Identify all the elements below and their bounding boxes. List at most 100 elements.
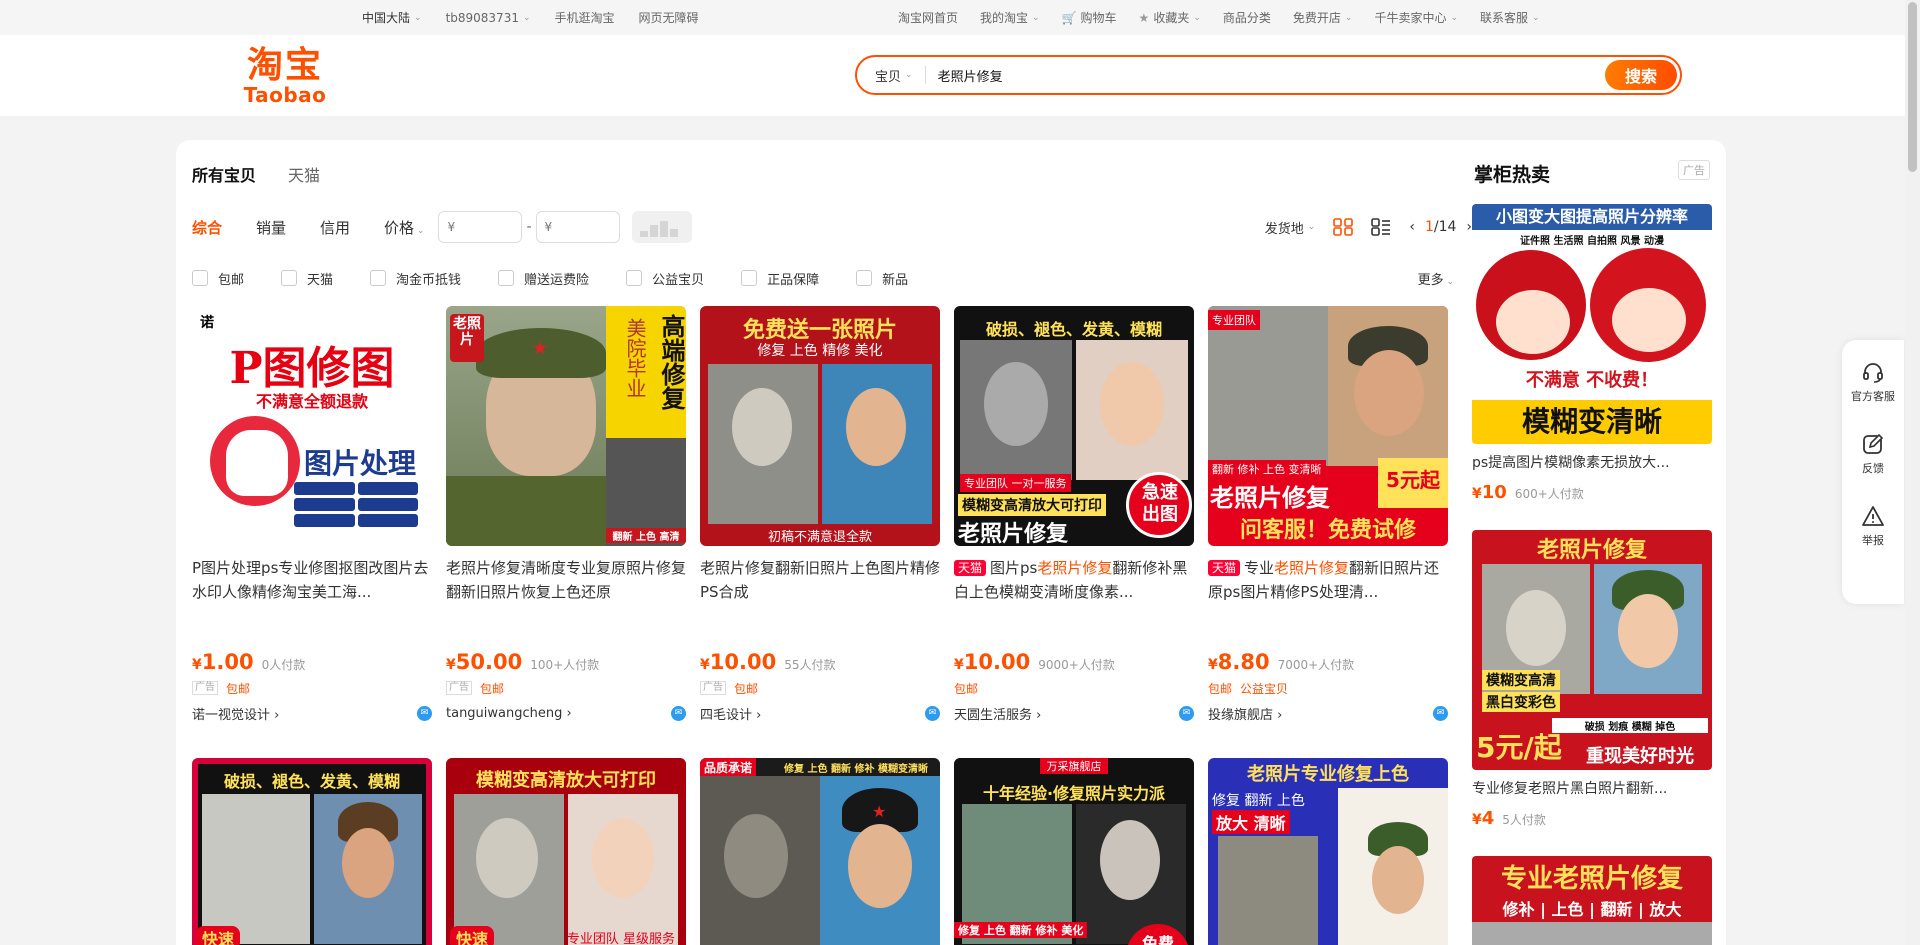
price-row: ¥10.00 55人付款 — [700, 650, 836, 674]
pager: ‹ 1/14 › — [1409, 219, 1472, 235]
ad-badge: 广告 — [192, 681, 218, 695]
sidebar-product[interactable]: 老照片修复 模糊变高清 黑白变彩色 破损 划痕 模糊 掉色 5元/起 重现美好时… — [1472, 530, 1712, 829]
checkbox[interactable] — [192, 270, 208, 286]
filter-return-insurance[interactable]: 赠送运费险 — [498, 269, 589, 288]
product-image[interactable]: 老照片专业修复上色 修复 翻新 上色 放大 清晰 — [1208, 758, 1448, 945]
open-shop-menu[interactable]: 免费开店 ⌄ — [1293, 9, 1353, 26]
product-image[interactable]: 模糊变高清放大可打印 专业团队 星级服务 快速 — [446, 758, 686, 945]
more-filters[interactable]: 更多 ⌄ — [1418, 269, 1454, 288]
product-image[interactable]: 破损、褪色、发黄、模糊 专业团队 一对一服务 模糊变高清放大可打印 老照片修复 … — [954, 306, 1194, 546]
tab-tmall[interactable]: 天猫 — [288, 162, 320, 186]
product-image[interactable]: 小图变大图提高照片分辨率 证件照 生活照 自拍照 风景 动漫 不满意 不收费！ … — [1472, 204, 1712, 444]
sidebar-product[interactable]: 小图变大图提高照片分辨率 证件照 生活照 自拍照 风景 动漫 不满意 不收费！ … — [1472, 204, 1712, 503]
product-title[interactable]: 老照片修复清晰度专业复原照片修复翻新旧照片恢复上色还原 — [446, 556, 686, 604]
product-card[interactable]: 诺 P图修图 不满意全额退款 图片处理 P图片处理ps专业修图抠图改图片去水印人… — [192, 306, 432, 723]
my-taobao-menu[interactable]: 我的淘宝 ⌄ — [980, 9, 1040, 26]
product-image[interactable]: ★ 高端修复 美院毕业 老照片 翻新 上色 高清 — [446, 306, 686, 546]
product-card[interactable]: 破损、褪色、发黄、模糊 快速 — [192, 758, 432, 945]
chat-icon[interactable]: ✉ — [1433, 705, 1448, 721]
sidebar-product[interactable]: 专业老照片修复 修补 | 上色 | 翻新 | 放大 — [1472, 856, 1712, 945]
chat-icon[interactable]: ✉ — [671, 705, 686, 721]
sort-credit[interactable]: 信用 — [320, 217, 350, 238]
sort-sales[interactable]: 销量 — [256, 217, 286, 238]
search-button[interactable]: 搜索 — [1605, 60, 1677, 90]
product-card[interactable]: 专业团队 翻新 修补 上色 变清晰 老照片修复 5元起 问客服！免费试修 天猫专… — [1208, 306, 1448, 723]
page-scrollbar[interactable] — [1905, 0, 1920, 945]
tab-all[interactable]: 所有宝贝 — [192, 162, 256, 186]
price-min-input[interactable] — [438, 211, 523, 243]
sort-price[interactable]: 价格 ⌄ — [384, 217, 424, 238]
checkbox[interactable] — [281, 270, 298, 286]
shop-link[interactable]: 诺一视觉设计 › — [192, 704, 279, 723]
shop-link[interactable]: tanguiwangcheng › — [446, 706, 572, 721]
checkbox[interactable] — [626, 270, 643, 286]
user-menu[interactable]: tb89083731 ⌄ — [446, 11, 531, 25]
product-image[interactable]: 老照片修复 模糊变高清 黑白变彩色 破损 划痕 模糊 掉色 5元/起 重现美好时… — [1472, 530, 1712, 770]
checkbox[interactable] — [498, 270, 515, 286]
product-image[interactable]: 诺 P图修图 不满意全额退款 图片处理 — [192, 306, 432, 546]
product-card[interactable]: 品质承诺 修复 上色 翻新 修补 模糊变清晰 ★ — [700, 758, 940, 945]
home-link[interactable]: 淘宝网首页 — [898, 9, 958, 26]
checkbox[interactable] — [370, 270, 387, 286]
official-service-button[interactable]: 官方客服 — [1851, 360, 1895, 404]
product-card[interactable]: 万采旗舰店 十年经验·修复照片实力派 修复 上色 翻新 修补 美化 免费 — [954, 758, 1194, 945]
seller-center-menu[interactable]: 千牛卖家中心 ⌄ — [1374, 9, 1458, 26]
search-type-selector[interactable]: 宝贝 ⌄ — [875, 66, 926, 85]
region-selector[interactable]: 中国大陆 ⌄ — [362, 9, 422, 26]
product-price: ¥1.00 — [192, 650, 254, 674]
price-max-input[interactable] — [535, 211, 620, 243]
search-box: 宝贝⌄ 搜索 — [855, 55, 1682, 95]
product-title[interactable]: 天猫 图片ps老照片修复翻新修补黑白上色模糊变清晰度像素... — [954, 556, 1194, 604]
prev-page-icon[interactable]: ‹ — [1409, 219, 1415, 235]
service-menu[interactable]: 联系客服 ⌄ — [1480, 9, 1540, 26]
shop-link[interactable]: 投缘旗舰店 › — [1208, 704, 1282, 723]
product-image[interactable]: 专业团队 翻新 修补 上色 变清晰 老照片修复 5元起 问客服！免费试修 — [1208, 306, 1448, 546]
report-button[interactable]: 举报 — [1861, 504, 1885, 548]
checkbox[interactable] — [856, 270, 873, 286]
product-image[interactable]: 专业老照片修复 修补 | 上色 | 翻新 | 放大 — [1472, 856, 1712, 945]
ad-badge: 广告 — [1678, 160, 1710, 180]
chat-icon[interactable]: ✉ — [417, 705, 432, 721]
product-card[interactable]: 模糊变高清放大可打印 专业团队 星级服务 快速 — [446, 758, 686, 945]
chat-icon[interactable]: ✉ — [1179, 705, 1194, 721]
product-title[interactable]: 专业修复老照片黑白照片翻新... — [1472, 778, 1712, 798]
product-tags: 广告 包邮 — [192, 680, 432, 696]
product-title[interactable]: ps提高图片模糊像素无损放大... — [1472, 452, 1712, 472]
checkbox[interactable] — [741, 270, 758, 286]
filter-new[interactable]: 新品 — [856, 269, 908, 288]
product-card[interactable]: ★ 高端修复 美院毕业 老照片 翻新 上色 高清 老照片修复清晰度专业复原照片修… — [446, 306, 686, 722]
product-card[interactable]: 破损、褪色、发黄、模糊 专业团队 一对一服务 模糊变高清放大可打印 老照片修复 … — [954, 306, 1194, 723]
accessibility-link[interactable]: 网页无障碍 — [639, 9, 699, 26]
shop-row: 诺一视觉设计 › ✉ — [192, 704, 432, 723]
scrollbar-thumb[interactable] — [1908, 2, 1917, 172]
product-image[interactable]: 免费送一张照片 修复 上色 精修 美化 初稿不满意退全款 — [700, 306, 940, 546]
product-card[interactable]: 免费送一张照片 修复 上色 精修 美化 初稿不满意退全款 老照片修复翻新旧照片上… — [700, 306, 940, 723]
favorites-menu[interactable]: ★ 收藏夹 ⌄ — [1139, 9, 1201, 26]
feedback-button[interactable]: 反馈 — [1861, 432, 1885, 476]
shop-link[interactable]: 四毛设计 › — [700, 704, 761, 723]
product-title[interactable]: 天猫 专业老照片修复翻新旧照片还原ps图片精修PS处理清... — [1208, 556, 1448, 604]
cart-link[interactable]: 🛒 购物车 — [1062, 9, 1117, 26]
product-image[interactable]: 万采旗舰店 十年经验·修复照片实力派 修复 上色 翻新 修补 美化 免费 — [954, 758, 1194, 945]
shop-link[interactable]: 天圆生活服务 › — [954, 704, 1041, 723]
grid-view-icon[interactable] — [1333, 218, 1354, 236]
search-input[interactable] — [937, 67, 1578, 83]
ship-from-selector[interactable]: 发货地 ⌄ — [1265, 218, 1316, 237]
categories-link[interactable]: 商品分类 — [1223, 9, 1271, 26]
product-image[interactable]: 破损、褪色、发黄、模糊 快速 — [192, 758, 432, 945]
filter-charity[interactable]: 公益宝贝 — [626, 269, 704, 288]
sort-default[interactable]: 综合 — [192, 217, 222, 238]
filter-genuine[interactable]: 正品保障 — [741, 269, 819, 288]
product-title[interactable]: 老照片修复翻新旧照片上色图片精修PS合成 — [700, 556, 940, 604]
price-histogram[interactable] — [631, 211, 692, 243]
filter-coins[interactable]: 淘金币抵钱 — [370, 269, 461, 288]
filter-free-shipping[interactable]: 包邮 — [192, 269, 244, 288]
chat-icon[interactable]: ✉ — [925, 705, 940, 721]
taobao-logo[interactable]: 淘宝 Taobao — [237, 47, 333, 107]
list-view-icon[interactable] — [1371, 218, 1391, 236]
product-image[interactable]: 品质承诺 修复 上色 翻新 修补 模糊变清晰 ★ — [700, 758, 940, 945]
product-card[interactable]: 老照片专业修复上色 修复 翻新 上色 放大 清晰 — [1208, 758, 1448, 945]
mobile-link[interactable]: 手机逛淘宝 — [555, 9, 615, 26]
product-title[interactable]: P图片处理ps专业修图抠图改图片去水印人像精修淘宝美工海... — [192, 556, 432, 604]
filter-tmall[interactable]: 天猫 — [281, 269, 333, 288]
